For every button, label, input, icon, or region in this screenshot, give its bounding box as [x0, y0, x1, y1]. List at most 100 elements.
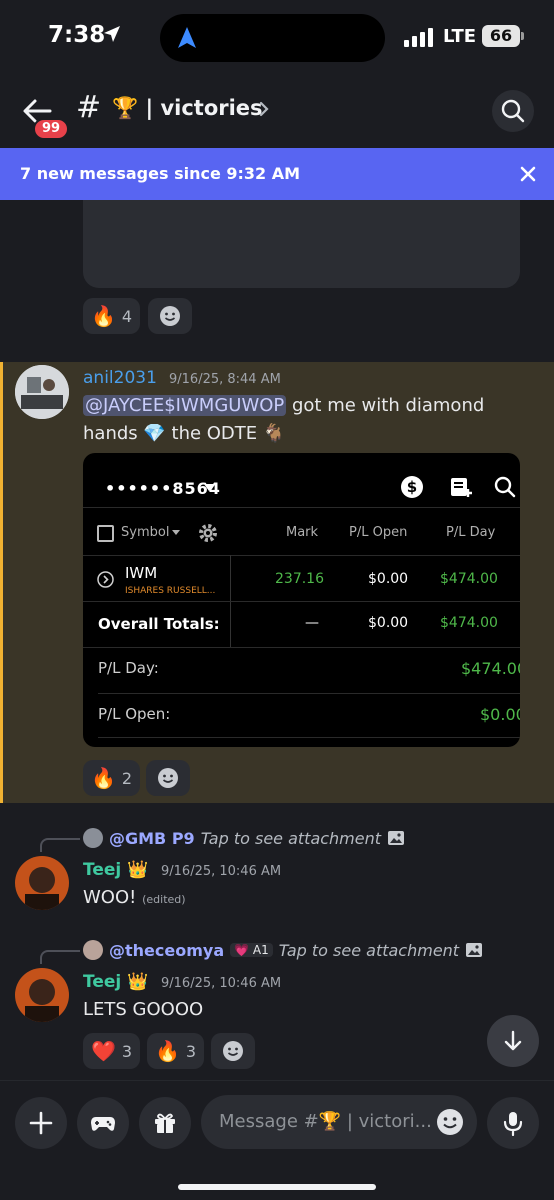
- home-indicator: [178, 1184, 376, 1190]
- image-icon: [466, 943, 483, 957]
- row-pl-day: $474.00: [440, 571, 498, 587]
- username[interactable]: Teej 👑: [83, 972, 148, 992]
- voice-message-button[interactable]: [487, 1097, 539, 1149]
- column-header-mark: Mark: [286, 525, 319, 540]
- message-text: @JAYCEE$IWMGUWOP got me with diamond han…: [83, 395, 485, 444]
- timestamp: 9/16/25, 10:46 AM: [161, 864, 282, 879]
- avatar-photo: [15, 968, 69, 1022]
- gift-icon: [155, 1113, 175, 1133]
- reply-reference[interactable]: @GMB P9 Tap to see attachment: [83, 828, 405, 848]
- message-list[interactable]: 🔥 4 anil2031 9/16/25, 8:44 AM @JAYCEE$IW…: [0, 200, 554, 1080]
- add-reaction-button[interactable]: [148, 298, 192, 334]
- username[interactable]: Teej 👑: [83, 860, 148, 880]
- gear-icon: [199, 524, 217, 542]
- watchlist-add-icon: [451, 478, 472, 497]
- channel-hash-icon: #: [76, 90, 102, 125]
- column-header-pl-open: P/L Open: [349, 525, 408, 540]
- add-reaction-button[interactable]: [146, 760, 190, 796]
- message-text: LETS GOOOO: [83, 999, 204, 1020]
- timestamp: 9/16/25, 8:44 AM: [169, 372, 281, 387]
- microphone-icon: [503, 1112, 523, 1136]
- navigation-icon: [178, 27, 196, 48]
- column-header-pl-day: P/L Day: [446, 525, 496, 540]
- reply-reference[interactable]: @theceomya 💗 A1 Tap to see attachment: [83, 940, 483, 960]
- gift-button[interactable]: [139, 1097, 191, 1149]
- apps-button[interactable]: [77, 1097, 129, 1149]
- expand-row-icon: [97, 571, 114, 588]
- reply-username: @GMB P9: [109, 828, 195, 848]
- gamepad-icon: [91, 1117, 115, 1131]
- message-composer: Message #🏆 | victori...: [0, 1080, 554, 1200]
- svg-text:$: $: [407, 478, 417, 496]
- row-name: ISHARES RUSSELL...: [125, 586, 216, 596]
- reply-preview: Tap to see attachment: [278, 940, 460, 960]
- status-time: 7:38: [48, 22, 106, 48]
- avatar[interactable]: [15, 856, 69, 910]
- previous-embed[interactable]: [83, 200, 520, 288]
- reaction-heart[interactable]: ❤️ 3: [83, 1033, 141, 1069]
- battery-icon: 66: [482, 25, 524, 47]
- summary-pl-open-value: $0.00: [480, 705, 520, 724]
- search-icon: [501, 99, 525, 123]
- smiley-icon: [158, 768, 178, 788]
- user-tag: 💗 A1: [230, 943, 273, 957]
- row-pl-open: $0.00: [368, 571, 409, 587]
- emoji-picker-icon[interactable]: [435, 1107, 465, 1137]
- username[interactable]: anil2031: [83, 368, 157, 388]
- avatar[interactable]: [15, 365, 69, 419]
- row-symbol: IWM: [125, 564, 158, 582]
- close-icon[interactable]: [518, 164, 538, 184]
- reaction-fire[interactable]: 🔥 2: [83, 760, 141, 796]
- message-text: WOO! (edited): [83, 887, 186, 908]
- totals-label: Overall Totals:: [98, 615, 220, 633]
- smiley-icon: [223, 1041, 243, 1061]
- jump-to-bottom-button[interactable]: [487, 1015, 539, 1067]
- plus-icon: [29, 1111, 53, 1135]
- unread-badge: 99: [33, 118, 69, 140]
- message-input[interactable]: Message #🏆 | victori...: [201, 1095, 477, 1149]
- totals-pl-day: $474.00: [440, 615, 498, 631]
- signal-icon: [404, 27, 434, 47]
- channel-header: 99 # 🏆 | victories: [0, 80, 554, 148]
- reply-preview: Tap to see attachment: [200, 828, 382, 848]
- user-mention[interactable]: @JAYCEE$IWMGUWOP: [83, 395, 287, 416]
- status-bar: 7:38 LTE 66: [0, 0, 554, 80]
- search-icon: [494, 476, 516, 498]
- column-header-symbol: Symbol: [121, 525, 170, 540]
- add-reaction-button[interactable]: [211, 1033, 255, 1069]
- avatar-photo: [15, 365, 69, 419]
- arrow-down-icon: [504, 1030, 522, 1051]
- timestamp: 9/16/25, 10:46 AM: [161, 976, 282, 991]
- search-button[interactable]: [492, 90, 534, 132]
- add-attachment-button[interactable]: [15, 1097, 67, 1149]
- edited-label: (edited): [142, 893, 186, 906]
- new-messages-bar[interactable]: 7 new messages since 9:32 AM: [0, 148, 554, 200]
- reaction-fire[interactable]: 🔥 3: [147, 1033, 205, 1069]
- reply-connector: [40, 838, 80, 852]
- new-messages-text: 7 new messages since 9:32 AM: [20, 164, 301, 183]
- trade-screenshot-attachment[interactable]: ••••••8564 $ Symbol Mark P/L Open P/L Da…: [83, 453, 520, 747]
- channel-title[interactable]: 🏆 | victories: [112, 96, 263, 121]
- avatar-photo: [15, 856, 69, 910]
- caret-down-icon: [172, 530, 180, 535]
- location-arrow-icon: [104, 26, 120, 42]
- totals-mark: —: [305, 615, 319, 631]
- reply-connector: [40, 950, 80, 964]
- message-placeholder: Message #🏆 | victori...: [219, 1111, 431, 1132]
- carrier-label: LTE: [443, 26, 477, 47]
- smiley-icon: [160, 306, 180, 326]
- row-mark: 237.16: [275, 571, 324, 587]
- totals-pl-open: $0.00: [368, 615, 409, 631]
- summary-pl-open-label: P/L Open:: [98, 705, 171, 723]
- select-all-checkbox: [97, 525, 114, 542]
- reply-username: @theceomya: [109, 940, 225, 960]
- caret-down-icon: [204, 484, 214, 491]
- dollar-icon: $: [401, 476, 423, 498]
- avatar[interactable]: [15, 968, 69, 1022]
- chevron-right-icon[interactable]: [258, 100, 270, 118]
- reaction-fire[interactable]: 🔥 4: [83, 298, 141, 334]
- summary-pl-day-value: $474.00: [461, 659, 520, 678]
- image-icon: [388, 831, 405, 845]
- mini-avatar: [83, 828, 103, 848]
- summary-pl-day-label: P/L Day:: [98, 659, 159, 677]
